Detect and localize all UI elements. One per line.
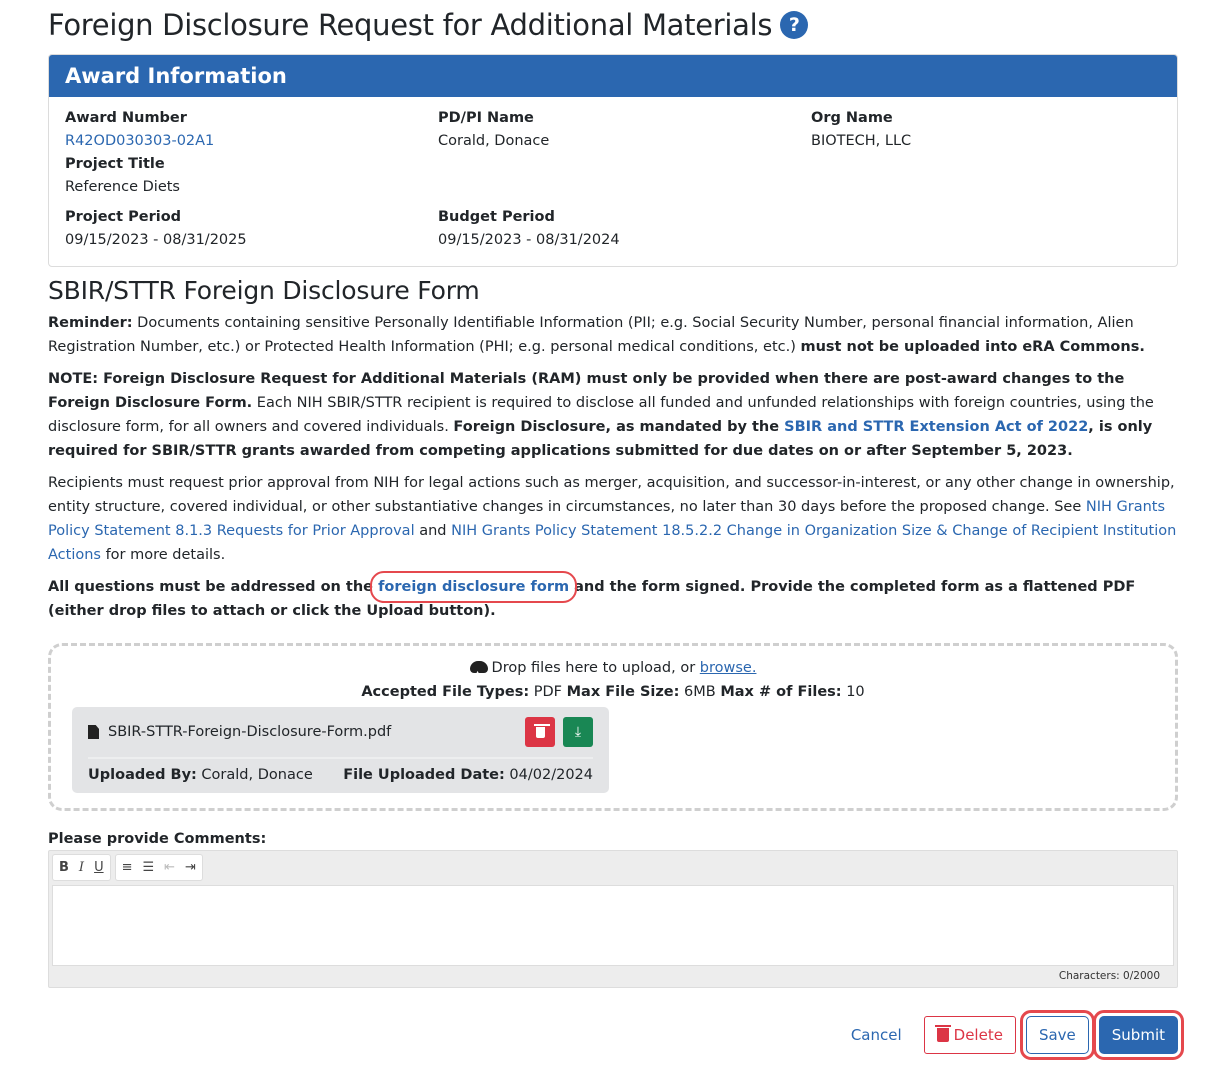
character-counter: Characters: 0/2000 xyxy=(1058,970,1160,982)
download-icon: ⤓ xyxy=(574,724,582,740)
project-title-value: Reference Diets xyxy=(65,179,180,195)
note-paragraph: NOTE: Foreign Disclosure Request for Add… xyxy=(48,371,1154,459)
questions-paragraph: All questions must be addressed on the f… xyxy=(48,571,1136,619)
delete-button[interactable]: Delete xyxy=(923,1016,1016,1054)
cancel-button[interactable]: Cancel xyxy=(839,1016,914,1054)
uploaded-by: Uploaded By: Corald, Donace xyxy=(88,767,313,783)
project-title-label: Project Title xyxy=(65,156,165,172)
trash-icon xyxy=(533,723,550,738)
trash-icon xyxy=(934,1025,951,1042)
download-file-button[interactable]: ⤓ xyxy=(563,717,593,747)
comments-editor: B I U ≡ ☰ ⇤ ⇥ Characters: 0/2000 xyxy=(48,850,1178,988)
org-name-value: BIOTECH, LLC xyxy=(811,133,912,149)
award-number-link[interactable]: R42OD030303-02A1 xyxy=(65,133,214,149)
form-title: SBIR/STTR Foreign Disclosure Form xyxy=(48,276,480,305)
file-name: SBIR-STTR-Foreign-Disclosure-Form.pdf xyxy=(108,724,392,740)
comments-label: Please provide Comments: xyxy=(48,831,267,847)
bold-button[interactable]: B xyxy=(59,860,69,875)
project-period-label: Project Period xyxy=(65,209,182,225)
pi-name-value: Corald, Donace xyxy=(438,133,550,149)
bullet-list-icon[interactable]: ☰ xyxy=(142,860,154,875)
submit-button[interactable]: Submit xyxy=(1092,1010,1185,1060)
award-information-header: Award Information xyxy=(49,55,1177,97)
recipients-paragraph: Recipients must request prior approval f… xyxy=(48,475,1177,563)
page-title: Foreign Disclosure Request for Additiona… xyxy=(48,0,1178,46)
file-dropzone[interactable]: Drop files here to upload, or browse. Ac… xyxy=(48,643,1178,811)
delete-file-button[interactable] xyxy=(525,717,555,747)
comments-textarea[interactable] xyxy=(52,885,1174,966)
org-name-label: Org Name xyxy=(811,110,893,126)
award-number-label: Award Number xyxy=(65,110,187,126)
editor-toolbar: B I U ≡ ☰ ⇤ ⇥ xyxy=(52,854,1174,881)
browse-link[interactable]: browse. xyxy=(700,660,757,676)
save-button[interactable]: Save xyxy=(1019,1010,1095,1060)
uploaded-file-card: SBIR-STTR-Foreign-Disclosure-Form.pdf ⤓ … xyxy=(72,707,609,793)
numbered-list-icon[interactable]: ≡ xyxy=(122,860,133,875)
cloud-upload-icon xyxy=(469,661,488,686)
indent-icon[interactable]: ⇥ xyxy=(185,860,196,875)
budget-period-value: 09/15/2023 - 08/31/2024 xyxy=(438,232,620,248)
underline-button[interactable]: U xyxy=(94,860,104,875)
file-uploaded-date: File Uploaded Date: 04/02/2024 xyxy=(343,767,593,783)
page: Foreign Disclosure Request for Additiona… xyxy=(0,0,1222,988)
reminder-paragraph: Reminder: Documents containing sensitive… xyxy=(48,315,1145,355)
form-actions: Cancel Delete Save Submit xyxy=(839,1010,1185,1060)
file-icon xyxy=(88,725,99,739)
foreign-disclosure-form-link[interactable]: foreign disclosure form xyxy=(370,571,578,603)
budget-period-label: Budget Period xyxy=(438,209,555,225)
upload-constraints: Accepted File Types: PDF Max File Size: … xyxy=(361,684,865,700)
question-circle-icon[interactable]: ? xyxy=(780,10,809,39)
sbir-sttr-act-link[interactable]: SBIR and STTR Extension Act of 2022 xyxy=(784,419,1088,435)
italic-button[interactable]: I xyxy=(79,860,84,875)
award-information-card: Award Information Award Number R42OD0303… xyxy=(48,54,1178,267)
page-title-text: Foreign Disclosure Request for Additiona… xyxy=(48,7,773,42)
outdent-icon[interactable]: ⇤ xyxy=(164,860,175,875)
project-period-value: 09/15/2023 - 08/31/2025 xyxy=(65,232,247,248)
pi-name-label: PD/PI Name xyxy=(438,110,534,126)
